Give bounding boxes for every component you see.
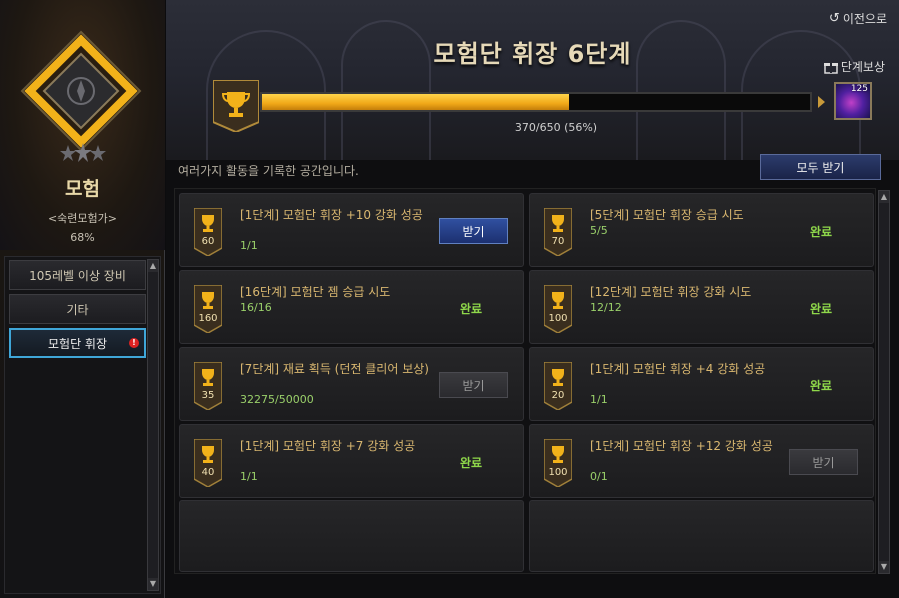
sidebar-item-label: 기타 (66, 302, 89, 317)
achievement-card: 40 [1단계] 모험단 휘장 +7 강화 성공 1/1 완료 (179, 424, 524, 498)
achievement-progress: 12/12 (590, 301, 622, 314)
achievement-progress: 16/16 (240, 301, 272, 314)
status-complete: 완료 (810, 379, 833, 393)
gift-icon (823, 62, 838, 74)
trophy-icon (193, 207, 223, 257)
achievement-badge: 60 (193, 207, 223, 257)
achievement-points: 70 (551, 236, 565, 247)
achievement-badge: 40 (193, 438, 223, 488)
achievement-badge: 20 (543, 361, 573, 411)
claim-button[interactable]: 받기 (439, 218, 508, 244)
status-complete: 완료 (460, 456, 483, 470)
back-label: 이전으로 (842, 12, 887, 26)
trophy-icon (543, 438, 573, 488)
sidebar-item-etc[interactable]: 기타 (9, 294, 146, 324)
sidebar: 모험 <숙련모험가> 68% 105레벨 이상 장비 기타 모험단 휘장 ! ▲… (0, 0, 165, 598)
achievement-title: [1단계] 모험단 휘장 +12 강화 성공 (590, 439, 773, 453)
scroll-down-icon[interactable]: ▼ (148, 578, 158, 590)
progress-arrow-icon (818, 96, 825, 108)
header: ↺ 이전으로 모험단 휘장 6단계 단계보상 125 370/650 (56%) (166, 0, 899, 160)
achievement-progress: 1/1 (240, 239, 258, 252)
content-scrollbar[interactable]: ▲ ▼ (878, 190, 890, 574)
category-percent: 68% (70, 231, 95, 244)
claim-button[interactable]: 받기 (789, 449, 858, 475)
claim-button[interactable]: 받기 (439, 372, 508, 398)
status-complete: 완료 (810, 225, 833, 239)
achievement-badge: 100 (543, 438, 573, 488)
trophy-icon (543, 207, 573, 257)
rank-stars-icon (60, 143, 106, 162)
achievement-title: [7단계] 재료 획득 (던전 클리어 보상) (240, 362, 429, 376)
status-complete: 완료 (460, 302, 483, 316)
page-title: 모험단 휘장 6단계 (433, 40, 632, 68)
achievement-title: [16단계] 모험단 젬 승급 시도 (240, 285, 391, 299)
empty-card-slot (179, 500, 524, 572)
achievement-points: 160 (198, 313, 218, 324)
claim-all-button[interactable]: 모두 받기 (760, 154, 881, 180)
back-arrow-icon: ↺ (828, 11, 840, 26)
achievement-card: 20 [1단계] 모험단 휘장 +4 강화 성공 1/1 완료 (529, 347, 874, 421)
achievement-card: 160 [16단계] 모험단 젬 승급 시도 16/16 완료 (179, 270, 524, 344)
achievement-progress: 32275/50000 (240, 393, 314, 406)
alert-icon: ! (129, 338, 139, 348)
achievement-card: 100 [1단계] 모험단 휘장 +12 강화 성공 0/1 받기 (529, 424, 874, 498)
achievement-progress: 1/1 (240, 470, 258, 483)
category-title: 모험 (65, 178, 100, 200)
achievement-card: 60 [1단계] 모험단 휘장 +10 강화 성공 1/1 받기 (179, 193, 524, 267)
achievement-points: 40 (201, 467, 215, 478)
category-emblem-area: 모험 <숙련모험가> 68% (0, 0, 165, 250)
achievement-card: 100 [12단계] 모험단 휘장 강화 시도 12/12 완료 (529, 270, 874, 344)
progress-bar-fill (262, 94, 569, 110)
achievement-title: [1단계] 모험단 휘장 +7 강화 성공 (240, 439, 416, 453)
category-subtitle: <숙련모험가> (47, 212, 118, 225)
description-text: 여러가지 활동을 기록한 공간입니다. (178, 164, 359, 178)
achievement-title: [12단계] 모험단 휘장 강화 시도 (590, 285, 752, 299)
scroll-up-icon[interactable]: ▲ (879, 191, 889, 203)
trophy-icon (193, 361, 223, 411)
achievement-grid: 60 [1단계] 모험단 휘장 +10 강화 성공 1/1 받기 70 [5단계] 모험… (174, 188, 876, 574)
achievement-card: 70 [5단계] 모험단 휘장 승급 시도 5/5 완료 (529, 193, 874, 267)
progress-bar (260, 92, 812, 112)
compass-emblem-icon (20, 30, 142, 152)
main-panel: ↺ 이전으로 모험단 휘장 6단계 단계보상 125 370/650 (56%)… (166, 0, 899, 598)
status-complete: 완료 (810, 302, 833, 316)
sidebar-list: 105레벨 이상 장비 기타 모험단 휘장 ! ▲ ▼ (4, 256, 161, 594)
trophy-icon (543, 361, 573, 411)
trophy-icon (193, 438, 223, 488)
achievement-title: [1단계] 모험단 휘장 +10 강화 성공 (240, 208, 423, 222)
reward-item-count: 125 (850, 84, 868, 94)
achievement-progress: 1/1 (590, 393, 608, 406)
trophy-icon (543, 284, 573, 334)
stage-reward-label: 단계보상 (840, 60, 885, 74)
sidebar-item-emblem[interactable]: 모험단 휘장 ! (9, 328, 146, 358)
achievement-points: 100 (548, 467, 568, 478)
progress-text: 370/650 (56%) (514, 121, 598, 134)
sidebar-item-label: 모험단 휘장 (47, 336, 107, 351)
stage-reward-link[interactable]: 단계보상 (823, 58, 885, 75)
back-button[interactable]: ↺ 이전으로 (829, 10, 887, 27)
achievement-badge: 160 (193, 284, 223, 334)
achievement-title: [1단계] 모험단 휘장 +4 강화 성공 (590, 362, 766, 376)
sidebar-item-label: 105레벨 이상 장비 (29, 268, 126, 283)
reward-item-icon[interactable]: 125 (834, 82, 872, 120)
achievement-card: 35 [7단계] 재료 획득 (던전 클리어 보상) 32275/50000 받기 (179, 347, 524, 421)
achievement-badge: 35 (193, 361, 223, 411)
scroll-up-icon[interactable]: ▲ (148, 260, 158, 272)
trophy-icon (193, 284, 223, 334)
achievement-points: 20 (551, 390, 565, 401)
achievement-points: 35 (201, 390, 215, 401)
achievement-badge: 100 (543, 284, 573, 334)
scroll-down-icon[interactable]: ▼ (879, 561, 889, 573)
sidebar-scrollbar[interactable]: ▲ ▼ (147, 259, 159, 591)
achievement-progress: 5/5 (590, 224, 608, 237)
sidebar-item-gear-105[interactable]: 105레벨 이상 장비 (9, 260, 146, 290)
achievement-title: [5단계] 모험단 휘장 승급 시도 (590, 208, 744, 222)
achievement-points: 60 (201, 236, 215, 247)
empty-card-slot (529, 500, 874, 572)
achievement-points: 100 (548, 313, 568, 324)
achievement-badge: 70 (543, 207, 573, 257)
achievement-progress: 0/1 (590, 470, 608, 483)
